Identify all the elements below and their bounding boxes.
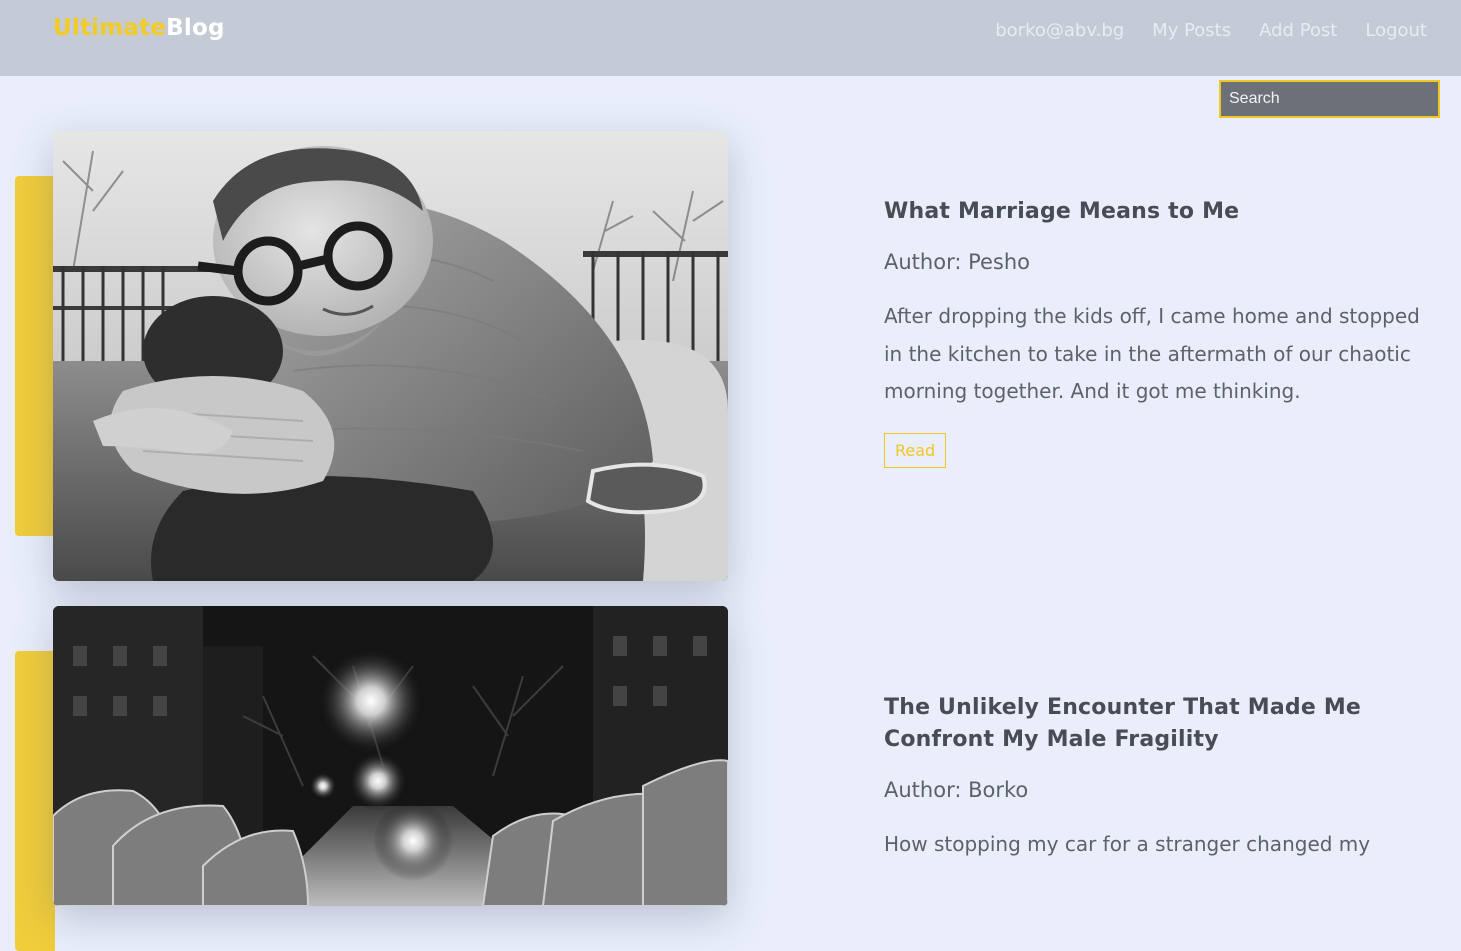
post-text-column: What Marriage Means to Me Author: Pesho … xyxy=(884,196,1429,468)
post-author: Author: Borko xyxy=(884,778,1029,802)
nav-add-post[interactable]: Add Post xyxy=(1259,20,1337,41)
post-author: Author: Pesho xyxy=(884,250,1031,274)
site-logo[interactable]: UltimateBlog xyxy=(53,15,225,41)
top-navbar: UltimateBlog borko@abv.bg My Posts Add P… xyxy=(0,0,1461,76)
post-title[interactable]: What Marriage Means to Me xyxy=(884,196,1429,228)
post-excerpt: After dropping the kids off, I came home… xyxy=(884,304,1420,403)
post-photo-father-child xyxy=(53,131,728,581)
post-title[interactable]: The Unlikely Encounter That Made Me Conf… xyxy=(884,692,1429,756)
logo-ultimate: Ultimate xyxy=(53,15,167,41)
nav-logout[interactable]: Logout xyxy=(1365,20,1427,41)
search-input[interactable] xyxy=(1219,80,1440,118)
post-photo-night-street xyxy=(53,606,728,906)
logo-blog: Blog xyxy=(166,15,225,41)
post-image[interactable] xyxy=(53,606,728,906)
nav-my-posts[interactable]: My Posts xyxy=(1152,20,1231,41)
post-excerpt: How stopping my car for a stranger chang… xyxy=(884,832,1371,856)
post-accent-bar xyxy=(15,176,55,536)
post-image[interactable] xyxy=(53,131,728,581)
main-nav: borko@abv.bg My Posts Add Post Logout xyxy=(995,20,1427,41)
nav-user-email[interactable]: borko@abv.bg xyxy=(995,20,1124,41)
post-accent-bar xyxy=(15,651,55,951)
read-button[interactable]: Read xyxy=(884,432,947,468)
post-text-column: The Unlikely Encounter That Made Me Conf… xyxy=(884,692,1429,864)
